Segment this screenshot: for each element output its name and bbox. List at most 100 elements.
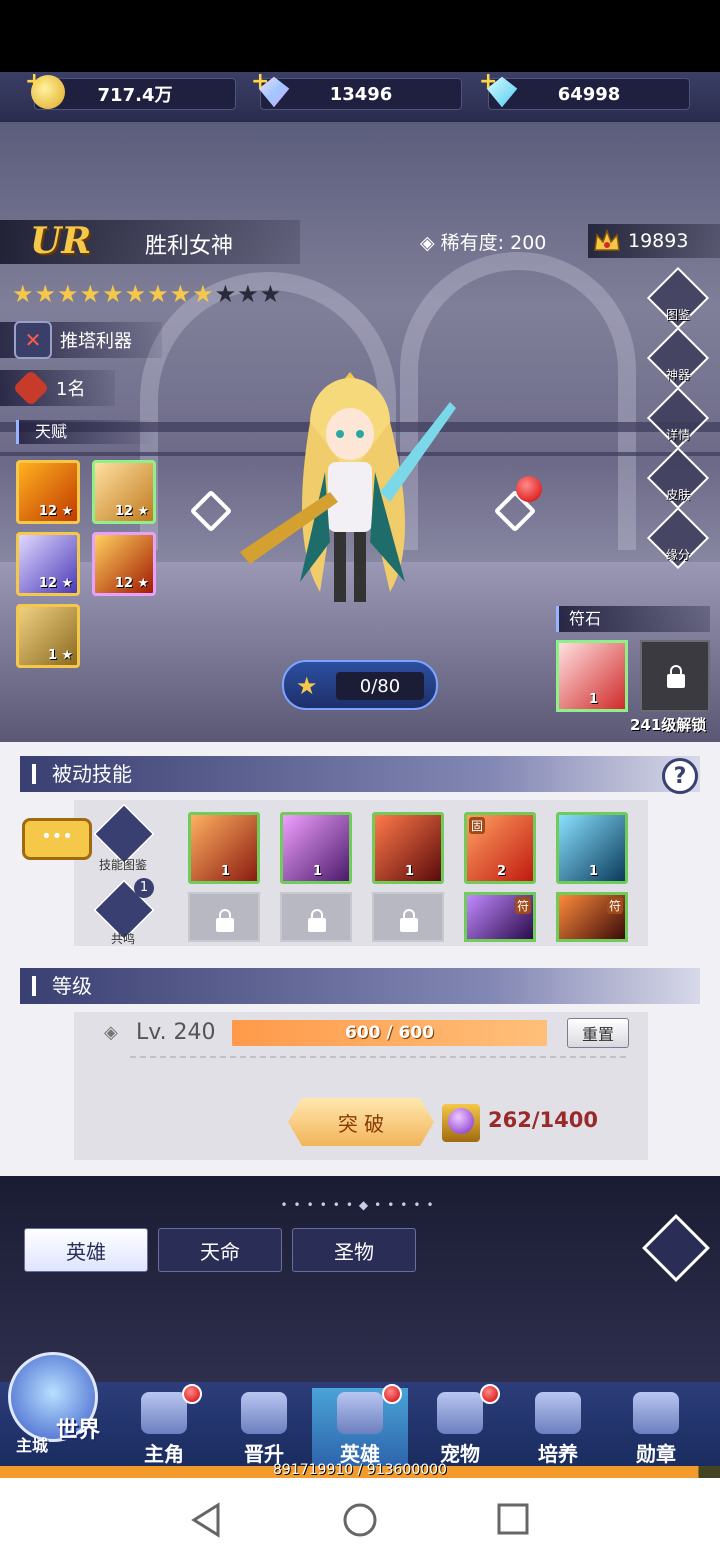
status-bar [0, 0, 720, 72]
rune-label: 符石 [556, 606, 710, 632]
add-diamond-icon[interactable]: + [479, 69, 497, 94]
level-up-arrow-icon: ★ [296, 672, 318, 700]
talent-slot[interactable]: ★ 1 [16, 604, 80, 668]
divider [130, 1056, 626, 1058]
locked-skill-slot[interactable] [188, 892, 260, 942]
hero-character[interactable] [230, 342, 470, 622]
tab-hero[interactable]: 英雄 [24, 1228, 148, 1272]
crystal-counter[interactable]: + 13496 [251, 69, 462, 110]
talent-slot[interactable]: ★ 12 [16, 532, 80, 596]
star-filled-icon: ★ [124, 280, 147, 308]
talent-level: ★ [61, 504, 73, 519]
cultivate-icon [535, 1392, 581, 1434]
hero-name: 胜利女神 [145, 234, 234, 259]
tab-relic[interactable]: 圣物 [292, 1228, 416, 1272]
rune-unlock-text: 241级解锁 [630, 716, 707, 734]
role-tag-label: 推塔利器 [60, 331, 132, 352]
hero-level: Lv. 240 [136, 1020, 216, 1045]
side-menu-details-label: 详情 [665, 428, 690, 442]
breakthrough-button[interactable]: 突 破 [288, 1098, 434, 1146]
medal-icon [633, 1392, 679, 1434]
crystal-value: 13496 [329, 83, 393, 105]
skill-level: 1 [589, 864, 599, 879]
passive-skill-slot[interactable]: 符 [556, 892, 628, 942]
add-gold-icon[interactable]: + [25, 69, 43, 94]
nav-world[interactable]: 世界 主城 [8, 1352, 108, 1462]
recent-apps-icon[interactable] [496, 1502, 530, 1536]
skill-badge: 固 [469, 817, 486, 834]
talent-level: ★ [61, 576, 73, 591]
help-button[interactable]: ? [662, 758, 698, 794]
talent-slot[interactable]: ★ 12 [92, 532, 156, 596]
talent-level-value: 12 [114, 504, 133, 519]
lock-icon [400, 909, 418, 932]
chat-bubble-icon[interactable]: ••• [22, 818, 92, 860]
passive-skill-slot[interactable]: 1 [188, 812, 260, 884]
crown-icon [594, 228, 620, 251]
rarity-grade: UR [30, 220, 92, 262]
passive-skill-slot[interactable]: 1 [280, 812, 352, 884]
skill-level: 2 [497, 864, 507, 879]
nav-medal[interactable]: 勋章 [608, 1388, 704, 1472]
resonance-label: 共鸣 [110, 932, 135, 946]
lock-icon [308, 909, 326, 932]
orb-item-icon [442, 1104, 480, 1142]
rune-slot[interactable]: 1 [556, 640, 628, 712]
lock-icon [667, 665, 685, 688]
diamond-counter[interactable]: + 64998 [479, 69, 690, 110]
skill-level: 1 [313, 864, 323, 879]
notification-dot [480, 1384, 500, 1404]
level-header: 等级 [20, 968, 700, 1004]
rarity-label: 稀有度: [440, 232, 505, 254]
star-filled-icon: ★ [192, 280, 214, 308]
tab-destiny[interactable]: 天命 [158, 1228, 282, 1272]
back-icon[interactable] [190, 1502, 222, 1538]
system-nav-bar [0, 1478, 720, 1560]
talent-slot[interactable]: ★ 12 [16, 460, 80, 524]
level-progress-text: 600 / 600 [344, 1023, 435, 1043]
skill-level: 1 [405, 864, 415, 879]
side-menu-skin-label: 皮肤 [665, 488, 690, 502]
home-icon[interactable] [342, 1502, 378, 1538]
talent-level: ★ [137, 576, 149, 591]
player-exp-text: 891719910 / 913600000 [273, 1462, 447, 1478]
nav-world-label: 世界 [56, 1418, 101, 1443]
lock-icon [216, 909, 234, 932]
locked-skill-slot[interactable] [372, 892, 444, 942]
promotion-icon [241, 1392, 287, 1434]
role-tag: ✕ 推塔利器 [0, 321, 162, 359]
star-filled-icon: ★ [57, 280, 79, 308]
rarity-info: ◈ 稀有度: 200 [420, 228, 546, 255]
side-menu-artifact-label: 神器 [665, 368, 690, 382]
star-filled-icon: ★ [147, 280, 169, 308]
locked-rune-slot[interactable] [640, 640, 710, 712]
passive-skill-slot[interactable]: 1 [556, 812, 628, 884]
star-filled-icon: ★ [34, 280, 57, 308]
add-crystal-icon[interactable]: + [251, 69, 269, 94]
side-menu-codex-label: 图鉴 [665, 308, 690, 322]
gold-counter[interactable]: + 717.4万 [25, 69, 236, 110]
rune-slot-level: 1 [589, 692, 599, 707]
talent-level-value: 12 [114, 576, 133, 591]
star-filled-icon: ★ [79, 280, 102, 308]
talent-level: ★ [61, 648, 73, 663]
skill-badge: 符 [606, 897, 623, 914]
rarity-value: 200 [510, 232, 547, 254]
reset-button[interactable]: 重置 [567, 1018, 629, 1048]
talent-level-value: 1 [47, 648, 57, 663]
notification-dot [182, 1384, 202, 1404]
talent-slot[interactable]: ★ 12 [92, 460, 156, 524]
power-display: 19893 [588, 224, 720, 258]
hero-helmet-icon [337, 1392, 383, 1434]
talent-level: ★ [137, 504, 149, 519]
passive-skill-slot[interactable]: 固 2 [464, 812, 536, 884]
star-filled-icon: ★ [12, 280, 34, 308]
locked-skill-slot[interactable] [280, 892, 352, 942]
talent-label: 天赋 [16, 420, 155, 444]
passive-skills-header: 被动技能 [20, 756, 700, 792]
passive-skill-slot[interactable]: 1 [372, 812, 444, 884]
nav-promotion[interactable]: 晋升 [216, 1388, 312, 1472]
pet-icon [437, 1392, 483, 1434]
passive-skill-slot[interactable]: 符 [464, 892, 536, 942]
nav-cultivate[interactable]: 培养 [510, 1388, 606, 1472]
